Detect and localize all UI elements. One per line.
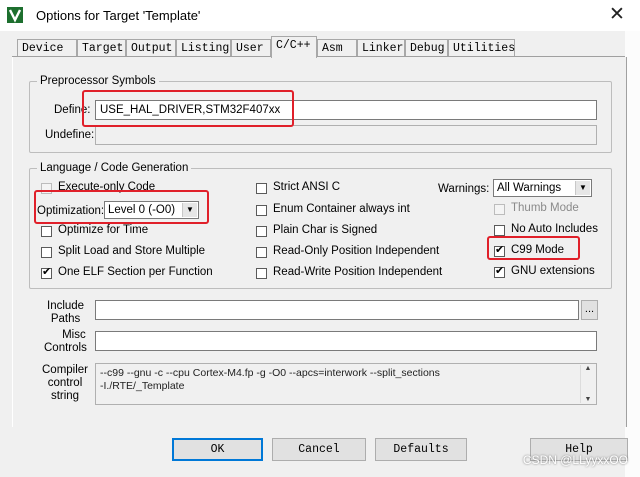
optimize-time-label: Optimize for Time bbox=[58, 224, 149, 236]
optimize-time-checkbox[interactable] bbox=[41, 226, 52, 237]
optimization-label: Optimization: bbox=[37, 205, 105, 217]
tab-listing[interactable]: Listing bbox=[176, 39, 231, 57]
plain-char-checkbox[interactable] bbox=[256, 226, 267, 237]
tab-debug[interactable]: Debug bbox=[405, 39, 448, 57]
watermark: CSDN @LLyyxxOO bbox=[522, 453, 628, 467]
compiler-control-line1: --c99 --gnu -c --cpu Cortex-M4.fp -g -O0… bbox=[100, 367, 440, 379]
scroll-up-icon[interactable]: ▲ bbox=[581, 365, 595, 372]
execute-only-label: Execute-only Code bbox=[58, 181, 156, 193]
strict-ansi-checkbox[interactable] bbox=[256, 183, 267, 194]
compiler-control-label-line2: control bbox=[47, 377, 83, 389]
compiler-control-line2: -I./RTE/_Template bbox=[100, 380, 185, 392]
include-paths-label-line2: Paths bbox=[50, 313, 81, 325]
ro-pi-checkbox[interactable] bbox=[256, 247, 267, 258]
close-icon[interactable]: ✕ bbox=[606, 4, 628, 26]
undefine-label: Undefine: bbox=[45, 129, 95, 141]
tab-output[interactable]: Output bbox=[126, 39, 176, 57]
c99-mode-label: C99 Mode bbox=[511, 244, 565, 256]
thumb-mode-label: Thumb Mode bbox=[511, 202, 579, 214]
undefine-input[interactable] bbox=[95, 125, 597, 145]
optimization-select[interactable]: Level 0 (-O0) ▼ bbox=[104, 201, 199, 219]
plain-char-label: Plain Char is Signed bbox=[273, 224, 378, 236]
enum-container-label: Enum Container always int bbox=[273, 203, 410, 215]
c99-mode-checkbox[interactable]: ✔ bbox=[494, 244, 505, 257]
tab-utilities[interactable]: Utilities bbox=[448, 39, 515, 57]
thumb-mode-checkbox[interactable] bbox=[494, 204, 505, 215]
warnings-select[interactable]: All Warnings ▼ bbox=[493, 179, 592, 197]
define-input[interactable]: USE_HAL_DRIVER,STM32F407xx bbox=[95, 100, 597, 120]
tab-c-c-[interactable]: C/C++ bbox=[271, 36, 317, 58]
optimization-value: Level 0 (-O0) bbox=[108, 204, 176, 216]
one-elf-label: One ELF Section per Function bbox=[58, 266, 213, 278]
warnings-label: Warnings: bbox=[438, 183, 490, 195]
cancel-button[interactable]: Cancel bbox=[272, 438, 366, 461]
tab-asm[interactable]: Asm bbox=[317, 39, 357, 57]
background-window-strip bbox=[625, 31, 640, 477]
tab-linker[interactable]: Linker bbox=[357, 39, 405, 57]
scroll-down-icon[interactable]: ▼ bbox=[581, 396, 595, 403]
split-load-label: Split Load and Store Multiple bbox=[58, 245, 206, 257]
gnu-extensions-label: GNU extensions bbox=[511, 265, 595, 277]
warnings-value: All Warnings bbox=[497, 182, 562, 194]
browse-button[interactable]: ... bbox=[581, 300, 598, 320]
execute-only-checkbox[interactable] bbox=[41, 183, 52, 194]
rw-pi-checkbox[interactable] bbox=[256, 268, 267, 279]
preprocessor-group-label: Preprocessor Symbols bbox=[37, 75, 159, 87]
compiler-control-label-line1: Compiler bbox=[42, 364, 89, 376]
misc-controls-input[interactable] bbox=[95, 331, 597, 351]
one-elf-checkbox[interactable]: ✔ bbox=[41, 266, 52, 279]
chevron-down-icon: ▼ bbox=[575, 181, 590, 195]
check-icon: ✔ bbox=[42, 266, 52, 278]
misc-controls-label-line1: Misc bbox=[62, 329, 86, 341]
tab-user[interactable]: User bbox=[231, 39, 271, 57]
misc-controls-label: Misc Controls bbox=[44, 329, 87, 354]
include-paths-label: Include Paths bbox=[47, 300, 84, 325]
check-icon: ✔ bbox=[495, 265, 505, 277]
strict-ansi-label: Strict ANSI C bbox=[273, 181, 341, 193]
compiler-control-label: Compiler control string bbox=[42, 364, 88, 403]
no-auto-includes-checkbox[interactable] bbox=[494, 225, 505, 236]
check-icon: ✔ bbox=[495, 244, 505, 256]
include-paths-label-line1: Include bbox=[47, 300, 85, 312]
ok-button[interactable]: OK bbox=[172, 438, 263, 461]
define-label: Define: bbox=[54, 104, 91, 116]
window-title: Options for Target 'Template' bbox=[36, 8, 201, 23]
scrollbar[interactable]: ▲ ▼ bbox=[580, 365, 595, 403]
tab-device[interactable]: Device bbox=[17, 39, 77, 57]
codegen-group-label: Language / Code Generation bbox=[37, 162, 192, 174]
gnu-extensions-checkbox[interactable]: ✔ bbox=[494, 265, 505, 278]
ro-pi-label: Read-Only Position Independent bbox=[273, 245, 440, 257]
compiler-control-label-line3: string bbox=[50, 390, 80, 402]
defaults-button[interactable]: Defaults bbox=[375, 438, 467, 461]
compiler-control-textarea[interactable]: --c99 --gnu -c --cpu Cortex-M4.fp -g -O0… bbox=[95, 363, 597, 405]
enum-container-checkbox[interactable] bbox=[256, 205, 267, 216]
keil-app-icon bbox=[7, 7, 23, 23]
tab-target[interactable]: Target bbox=[77, 39, 126, 57]
include-paths-input[interactable] bbox=[95, 300, 579, 320]
chevron-down-icon: ▼ bbox=[182, 203, 197, 217]
split-load-checkbox[interactable] bbox=[41, 247, 52, 258]
misc-controls-label-line2: Controls bbox=[44, 342, 87, 354]
no-auto-includes-label: No Auto Includes bbox=[511, 223, 598, 235]
rw-pi-label: Read-Write Position Independent bbox=[273, 266, 443, 278]
